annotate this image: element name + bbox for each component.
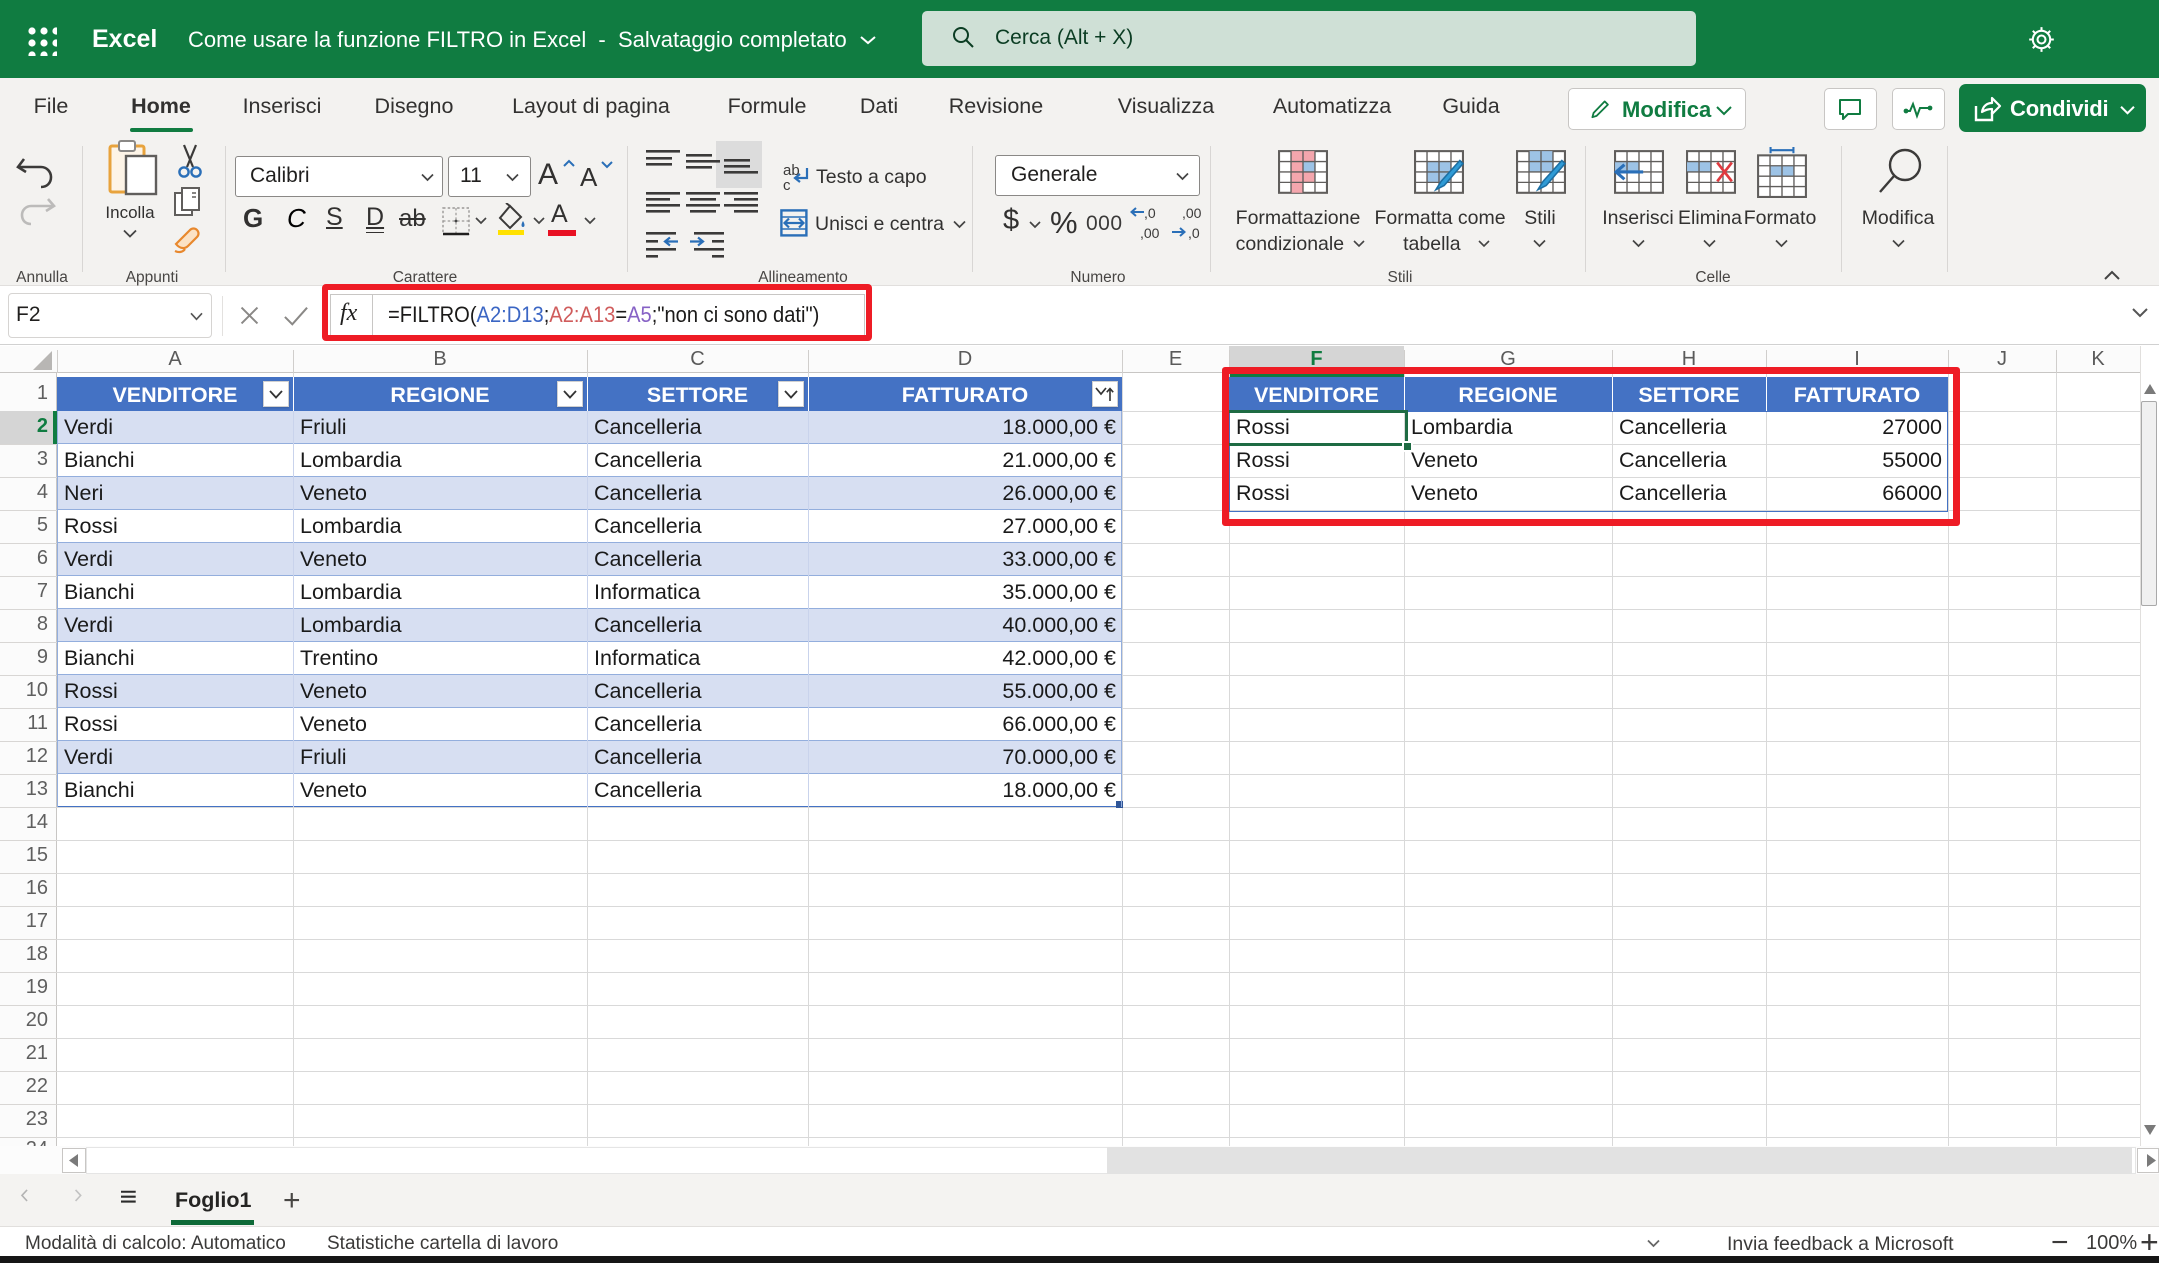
svg-text:c: c — [783, 177, 791, 192]
svg-text:,00: ,00 — [1140, 225, 1160, 241]
svg-text:,0: ,0 — [1144, 205, 1156, 221]
